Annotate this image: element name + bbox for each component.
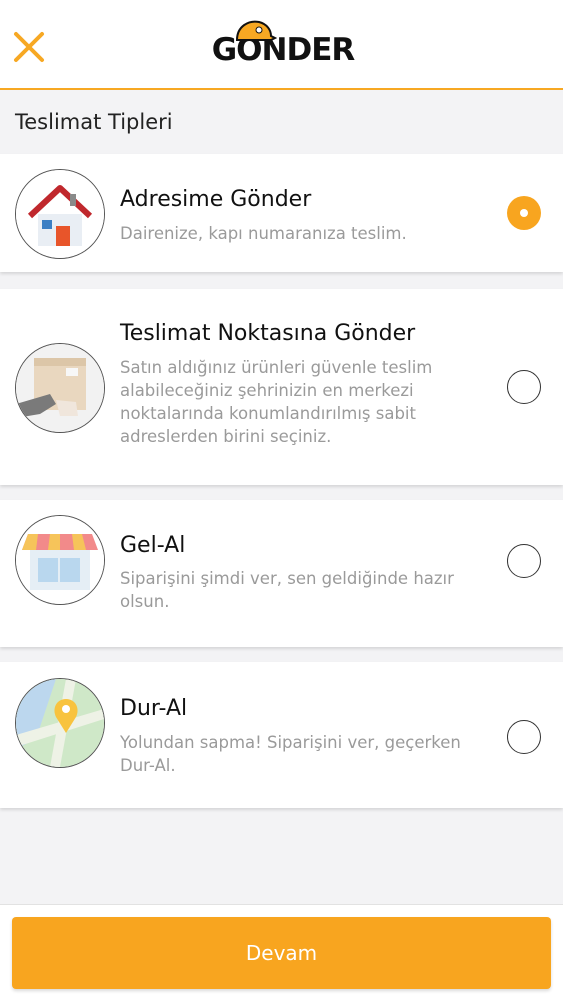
radio-button[interactable]	[507, 720, 541, 754]
option-description: Satın aldığınız ürünleri güvenle teslim …	[120, 358, 433, 446]
delivery-option-home[interactable]: Adresime Gönder Dairenize, kapı numaranı…	[0, 154, 563, 272]
radio-button[interactable]	[507, 544, 541, 578]
section-title: Teslimat Tipleri	[15, 110, 173, 134]
delivery-option-pickup-point[interactable]: Teslimat Noktasına Gönder Satın aldığını…	[0, 289, 563, 485]
package-handoff-icon	[15, 343, 105, 433]
radio-button[interactable]	[507, 370, 541, 404]
store-icon	[15, 515, 105, 605]
option-title: Gel-Al	[120, 533, 186, 558]
brand-logo: GÖNDER	[205, 18, 361, 74]
option-description: Yolundan sapma! Siparişini ver, geçerken…	[120, 733, 461, 775]
close-icon	[14, 32, 44, 62]
app-header: GÖNDER	[0, 0, 563, 90]
option-title: Dur-Al	[120, 696, 188, 721]
option-title: Adresime Gönder	[120, 187, 312, 212]
radio-button-selected[interactable]	[507, 196, 541, 230]
map-pin-icon	[15, 678, 105, 768]
option-title: Teslimat Noktasına Gönder	[120, 321, 416, 346]
option-description: Siparişini şimdi ver, sen geldiğinde haz…	[120, 569, 454, 611]
delivery-option-click-collect[interactable]: Gel-Al Siparişini şimdi ver, sen geldiği…	[0, 500, 563, 647]
house-icon	[15, 169, 105, 259]
continue-button[interactable]: Devam	[12, 917, 551, 989]
close-button[interactable]	[12, 30, 46, 64]
logo-text: GÖNDER	[211, 32, 356, 68]
option-description: Dairenize, kapı numaranıza teslim.	[120, 224, 407, 243]
cap-icon	[235, 20, 277, 41]
delivery-option-drive-through[interactable]: Dur-Al Yolundan sapma! Siparişini ver, g…	[0, 662, 563, 808]
